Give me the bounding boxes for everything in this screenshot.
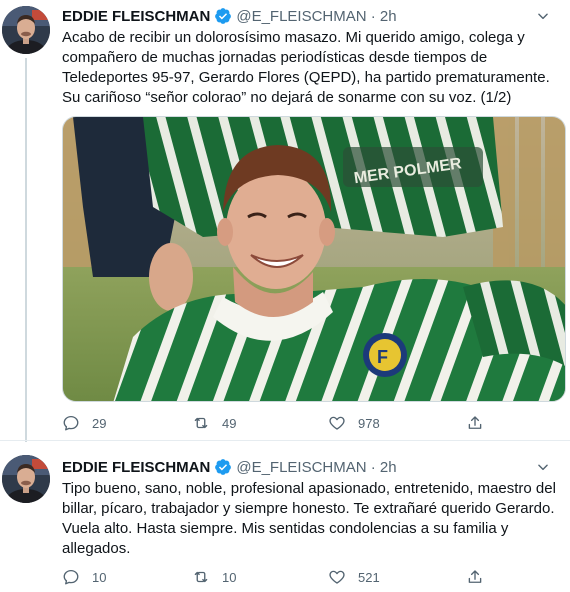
tweet-text: Acabo de recibir un dolorosísimo masazo.…	[62, 29, 550, 106]
heart-icon	[329, 416, 345, 430]
caret-down-icon	[538, 13, 548, 20]
tweet-actions: 10 10 521	[62, 566, 542, 588]
tweet-actions: 29 49 978	[62, 412, 542, 434]
share-button[interactable]	[466, 412, 484, 434]
like-button[interactable]: 978	[328, 412, 380, 434]
verified-badge-icon	[214, 7, 232, 25]
more-options-button[interactable]	[532, 457, 554, 477]
share-button[interactable]	[466, 566, 484, 588]
handle-and-time[interactable]: @E_FLEISCHMAN · 2h	[236, 8, 396, 25]
retweet-count: 10	[222, 569, 237, 585]
tweet-header: EDDIE FLEISCHMAN @E_FLEISCHMAN · 2h	[62, 457, 397, 477]
reply-count: 29	[92, 415, 107, 431]
share-icon	[468, 570, 482, 583]
tweet-photo[interactable]: MER POLMER F	[62, 116, 566, 402]
share-icon	[468, 416, 482, 429]
reply-count: 10	[92, 569, 107, 585]
like-count: 978	[358, 415, 380, 431]
heart-icon	[329, 570, 345, 584]
thread-connector-line	[25, 58, 27, 442]
avatar[interactable]	[2, 455, 50, 503]
reply-button[interactable]: 10	[62, 566, 106, 588]
like-button[interactable]: 521	[328, 566, 380, 588]
retweet-icon	[194, 417, 208, 429]
author-name[interactable]: EDDIE FLEISCHMAN	[62, 459, 210, 476]
like-count: 521	[358, 569, 380, 585]
retweet-icon	[194, 571, 208, 583]
tweet[interactable]: EDDIE FLEISCHMAN @E_FLEISCHMAN · 2h Tipo…	[0, 440, 570, 592]
retweet-button[interactable]: 10	[192, 566, 236, 588]
avatar[interactable]	[2, 6, 50, 54]
more-options-button[interactable]	[532, 6, 554, 26]
svg-text:F: F	[377, 347, 388, 367]
reply-button[interactable]: 29	[62, 412, 106, 434]
tweet[interactable]: EDDIE FLEISCHMAN @E_FLEISCHMAN · 2h Acab…	[0, 0, 570, 442]
retweet-count: 49	[222, 415, 237, 431]
handle-and-time[interactable]: @E_FLEISCHMAN · 2h	[236, 459, 396, 476]
author-name[interactable]: EDDIE FLEISCHMAN	[62, 8, 210, 25]
reply-icon	[63, 415, 79, 431]
verified-badge-icon	[214, 458, 232, 476]
caret-down-icon	[538, 464, 548, 471]
reply-icon	[63, 569, 79, 585]
retweet-button[interactable]: 49	[192, 412, 236, 434]
tweet-header: EDDIE FLEISCHMAN @E_FLEISCHMAN · 2h	[62, 6, 397, 26]
tweet-text: Tipo bueno, sano, noble, profesional apa…	[62, 480, 556, 557]
